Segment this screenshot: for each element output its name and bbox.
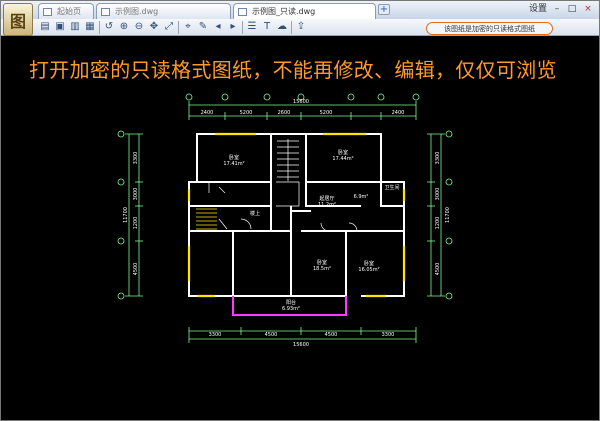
room-name: 阳台 bbox=[286, 299, 296, 306]
dim-top-total: 15600 bbox=[293, 99, 309, 105]
dim-right-1: 3300 bbox=[435, 152, 441, 165]
room-name: 卫生间 bbox=[384, 184, 399, 191]
dim-top-4: 5200 bbox=[320, 110, 333, 116]
stair-left bbox=[196, 208, 217, 230]
dim-bottom-total: 15600 bbox=[293, 342, 309, 348]
dim-left-4: 4500 bbox=[133, 263, 139, 276]
dim-right-3: 1200 bbox=[435, 217, 441, 230]
room-area: 6.9m² bbox=[354, 194, 369, 200]
dimension-texts: 15600 2400 5200 2600 5200 2400 3300 4500… bbox=[201, 99, 405, 348]
room-area: 17.44m² bbox=[332, 156, 353, 162]
interior-details bbox=[208, 139, 358, 232]
dim-left-3: 1200 bbox=[133, 217, 139, 230]
dim-top-2: 5200 bbox=[240, 110, 253, 116]
room-area: 17.41m² bbox=[223, 161, 244, 167]
room-name: 卧室 bbox=[338, 149, 348, 156]
room-area: 16.05m² bbox=[358, 267, 379, 273]
room-area: 11.2m² bbox=[318, 202, 336, 208]
room-name: 卧室 bbox=[229, 154, 239, 161]
dim-bottom-1: 3300 bbox=[209, 332, 222, 338]
dim-bottom-2: 4500 bbox=[265, 332, 278, 338]
room-name: 楼上 bbox=[250, 210, 260, 217]
dimension-texts-vertical: 3300 3000 1200 4500 11700 3300 3000 1200… bbox=[123, 152, 451, 276]
dim-top-1: 2400 bbox=[201, 110, 214, 116]
dim-top-5: 2400 bbox=[392, 110, 405, 116]
dim-bottom-3: 4500 bbox=[325, 332, 338, 338]
dim-bottom-4: 3300 bbox=[382, 332, 395, 338]
dim-left-1: 3300 bbox=[133, 152, 139, 165]
room-area: 6.93m² bbox=[282, 306, 300, 312]
grid-axis-bubbles bbox=[117, 93, 453, 300]
dim-right-total: 11700 bbox=[445, 207, 451, 223]
floor-plan-canvas[interactable]: 15600 2400 5200 2600 5200 2400 3300 4500… bbox=[1, 1, 600, 421]
room-name: 卧室 bbox=[364, 260, 374, 267]
dim-right-4: 4500 bbox=[435, 263, 441, 276]
dim-top-3: 2600 bbox=[278, 110, 291, 116]
dim-right-2: 3000 bbox=[435, 188, 441, 201]
room-area: 18.5m² bbox=[313, 266, 331, 272]
room-name: 卧室 bbox=[317, 259, 327, 266]
app-window: 起始页 示例图.dwg 示例图_只读.dwg + 设置 – □ × ▤ ▣ ▥ … bbox=[0, 0, 600, 421]
dim-left-2: 3000 bbox=[133, 188, 139, 201]
dim-left-total: 11700 bbox=[123, 207, 129, 223]
